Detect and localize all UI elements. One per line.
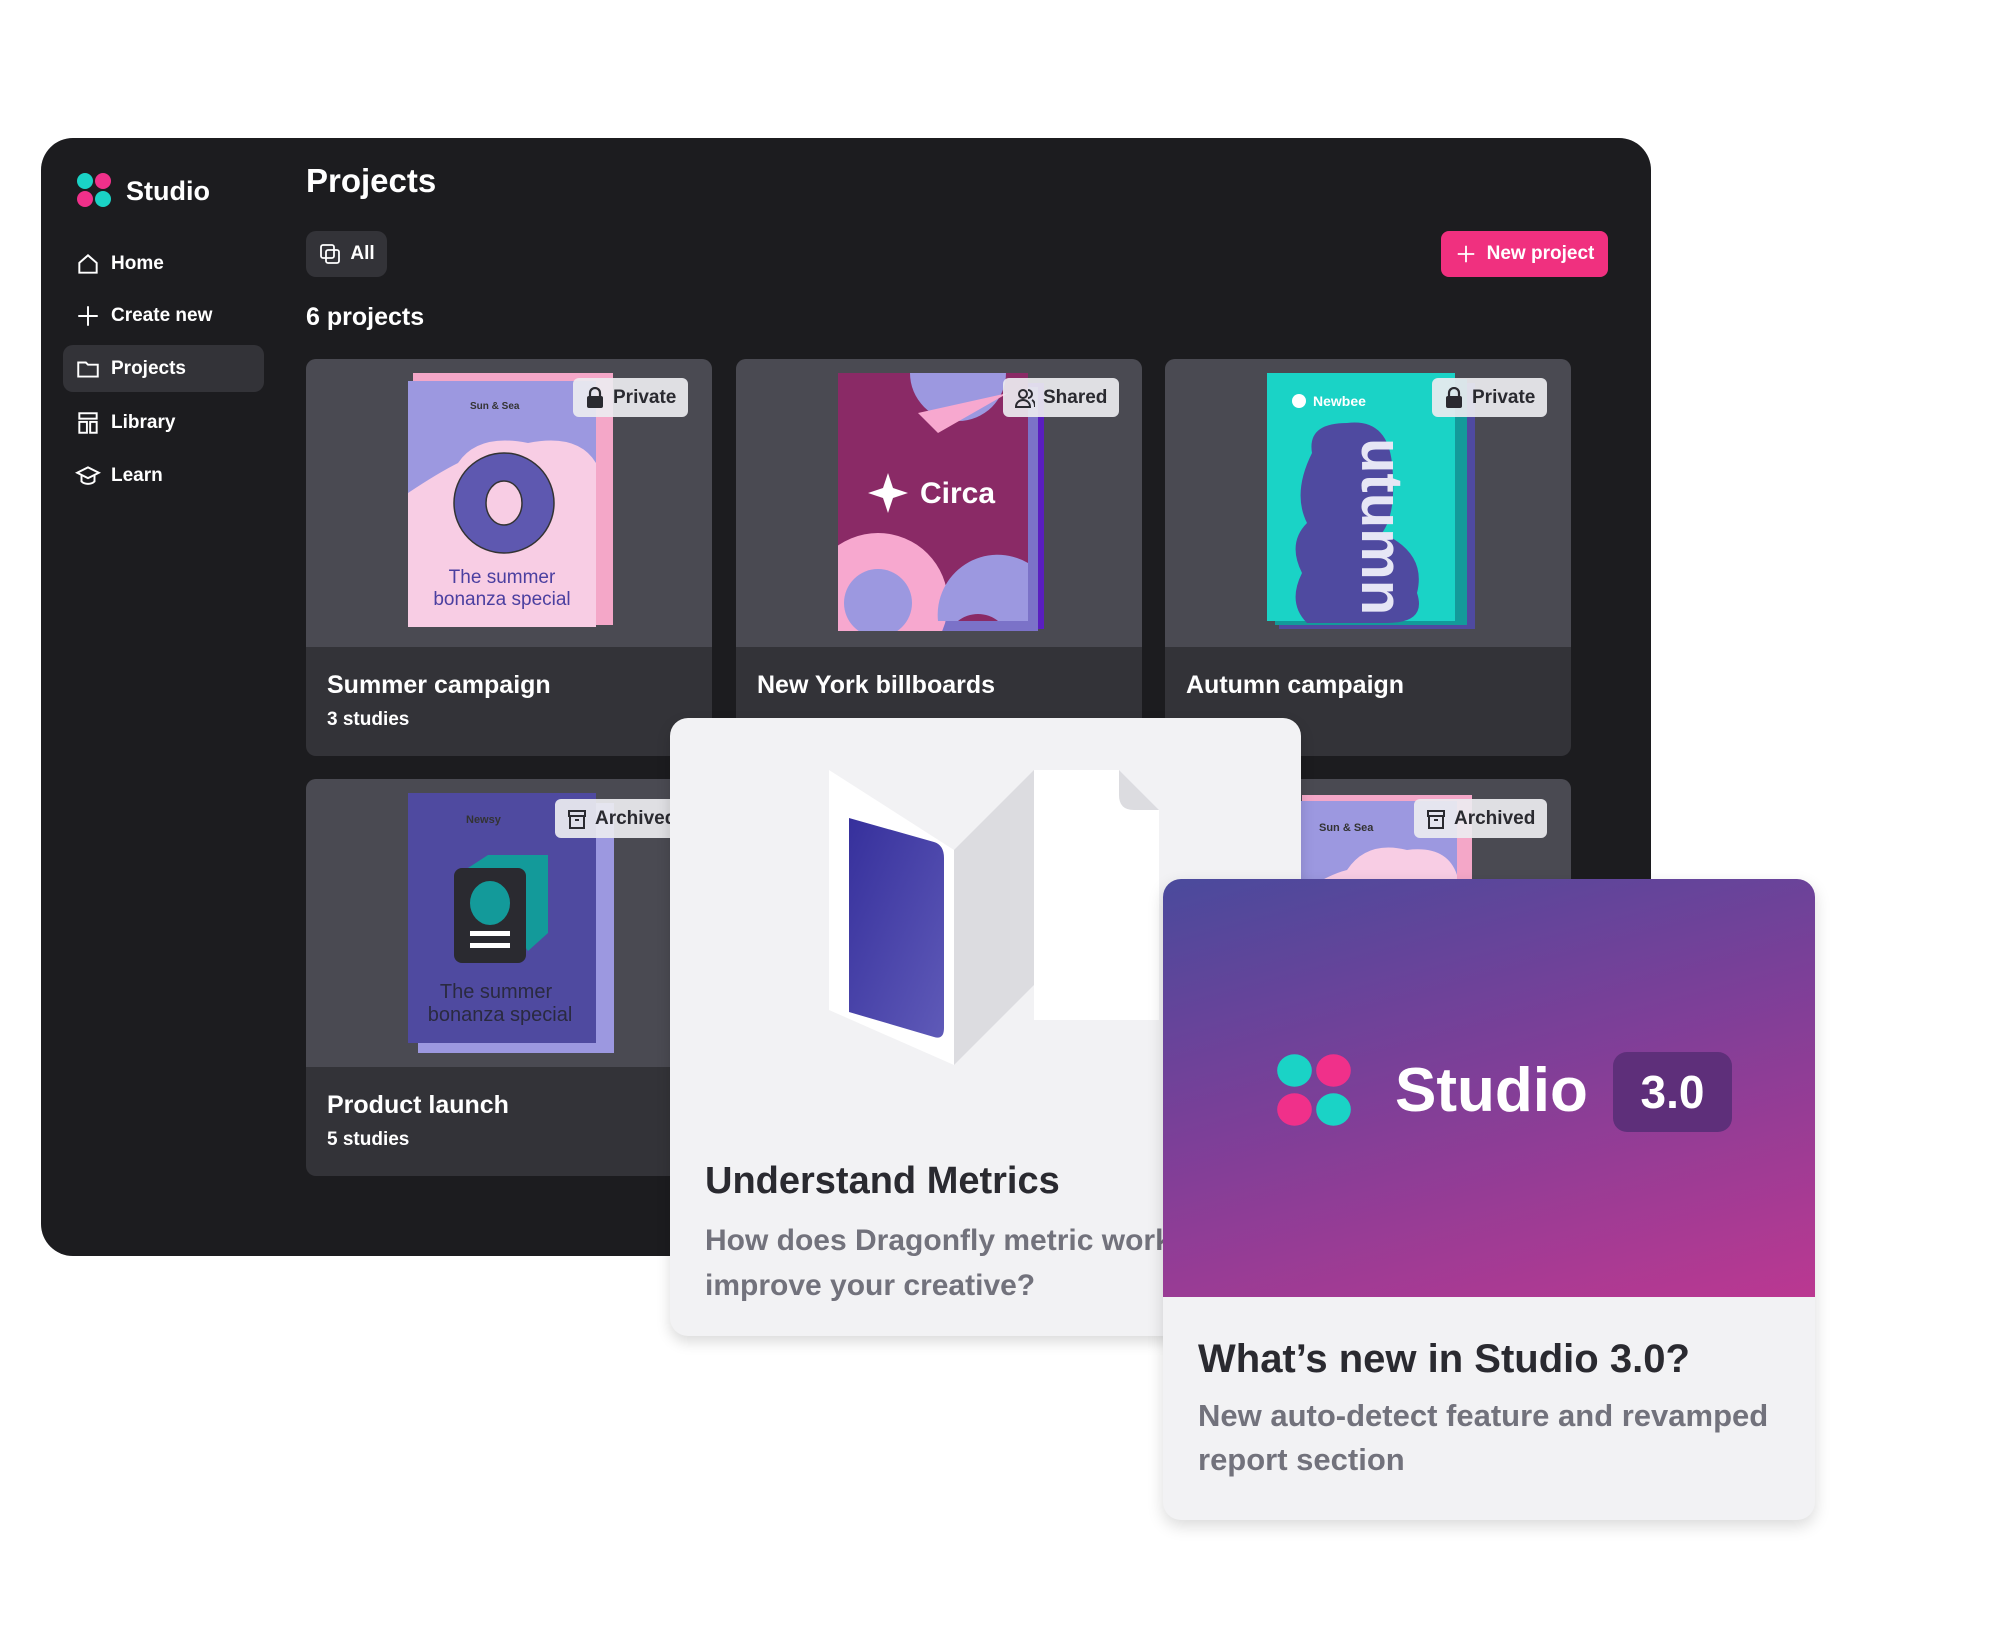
badge-label: Private [1472,386,1536,408]
project-subtitle: 3 studies [327,709,410,730]
cover-text: The summer [440,981,553,1003]
sidebar-item-library[interactable]: Library [63,399,264,446]
sidebar-item-projects[interactable]: Projects [63,345,264,392]
project-count: 6 projects [306,303,425,331]
filter-all-button[interactable]: All [306,231,387,277]
cover-brand: Sun & Sea [470,401,520,412]
page-title: Projects [306,162,437,199]
sidebar-item-label: Learn [111,464,163,486]
project-title: Product launch [327,1091,509,1119]
new-project-label: New project [1486,243,1595,264]
archive-icon [568,809,586,829]
graduation-cap-icon [75,465,101,485]
lock-icon [1446,386,1462,408]
sidebar-item-learn[interactable]: Learn [63,452,264,499]
sidebar-item-label: Projects [111,357,186,379]
users-icon [1015,388,1035,408]
app-name: Studio [126,176,210,206]
version-badge: 3.0 [1613,1052,1732,1132]
sidebar-item-label: Home [111,252,164,274]
cover-brand: Newsy [466,814,502,826]
book-illustration-icon [829,770,1159,1065]
status-badge: Shared [1003,378,1120,417]
sidebar-item-home[interactable]: Home [63,240,264,287]
learn-card-title: Understand Metrics [705,1160,1060,1202]
news-brand: Studio [1395,1056,1588,1125]
project-title: New York billboards [757,671,996,699]
sidebar-item-create-new[interactable]: Create new [63,292,264,339]
badge-label: Shared [1043,386,1108,408]
studio-logo-icon [1277,1054,1351,1126]
home-icon [78,253,98,274]
project-card-summer-campaign[interactable]: Sun & Sea The summer bonanza special Pri… [306,359,712,756]
project-title: Autumn campaign [1186,671,1405,699]
news-card-title: What’s new in Studio 3.0? [1198,1337,1690,1381]
badge-label: Archived [595,807,677,829]
archive-icon [1427,809,1445,829]
project-subtitle: 5 studies [327,1129,410,1150]
cover-brand: Newbee [1313,393,1366,409]
news-card-studio-3[interactable]: Studio 3.0 What’s new in Studio 3.0? New… [1163,879,1815,1520]
library-icon [78,411,98,434]
filter-label: All [350,243,375,264]
project-card-autumn-campaign[interactable]: utumn Newbee Private Autumn campaign [1165,359,1571,756]
status-badge: Archived [555,799,689,838]
sidebar-item-label: Library [111,411,176,433]
project-card-new-york-billboards[interactable]: Circa Shared New York billboards [736,359,1142,756]
cover-brand: Circa [920,477,995,510]
badge-label: Private [613,386,677,408]
copy-icon [320,244,341,264]
cover-text: bonanza special [428,1004,573,1026]
studio-logo-icon [77,173,111,207]
news-card-description: New auto-detect feature and revamped rep… [1198,1398,1769,1477]
cover-text: bonanza special [433,589,570,610]
plus-icon [78,305,98,326]
new-project-button[interactable]: New project [1441,231,1608,277]
cover-text: The summer [449,567,556,588]
badge-label: Archived [1454,807,1536,829]
project-card-product-launch[interactable]: Newsy The summer bonanza special Archive… [306,779,712,1176]
project-title: Summer campaign [327,671,551,699]
folder-icon [77,361,99,378]
status-badge: Private [1432,378,1548,417]
sidebar-item-label: Create new [111,304,213,326]
plus-icon [1457,245,1474,263]
status-badge: Private [573,378,689,417]
news-card-hero: Studio 3.0 [1163,879,1815,1297]
lock-icon [587,386,603,408]
status-badge: Archived [1414,799,1548,838]
cover-text: utumn [1349,438,1414,615]
cover-brand: Sun & Sea [1319,822,1374,834]
